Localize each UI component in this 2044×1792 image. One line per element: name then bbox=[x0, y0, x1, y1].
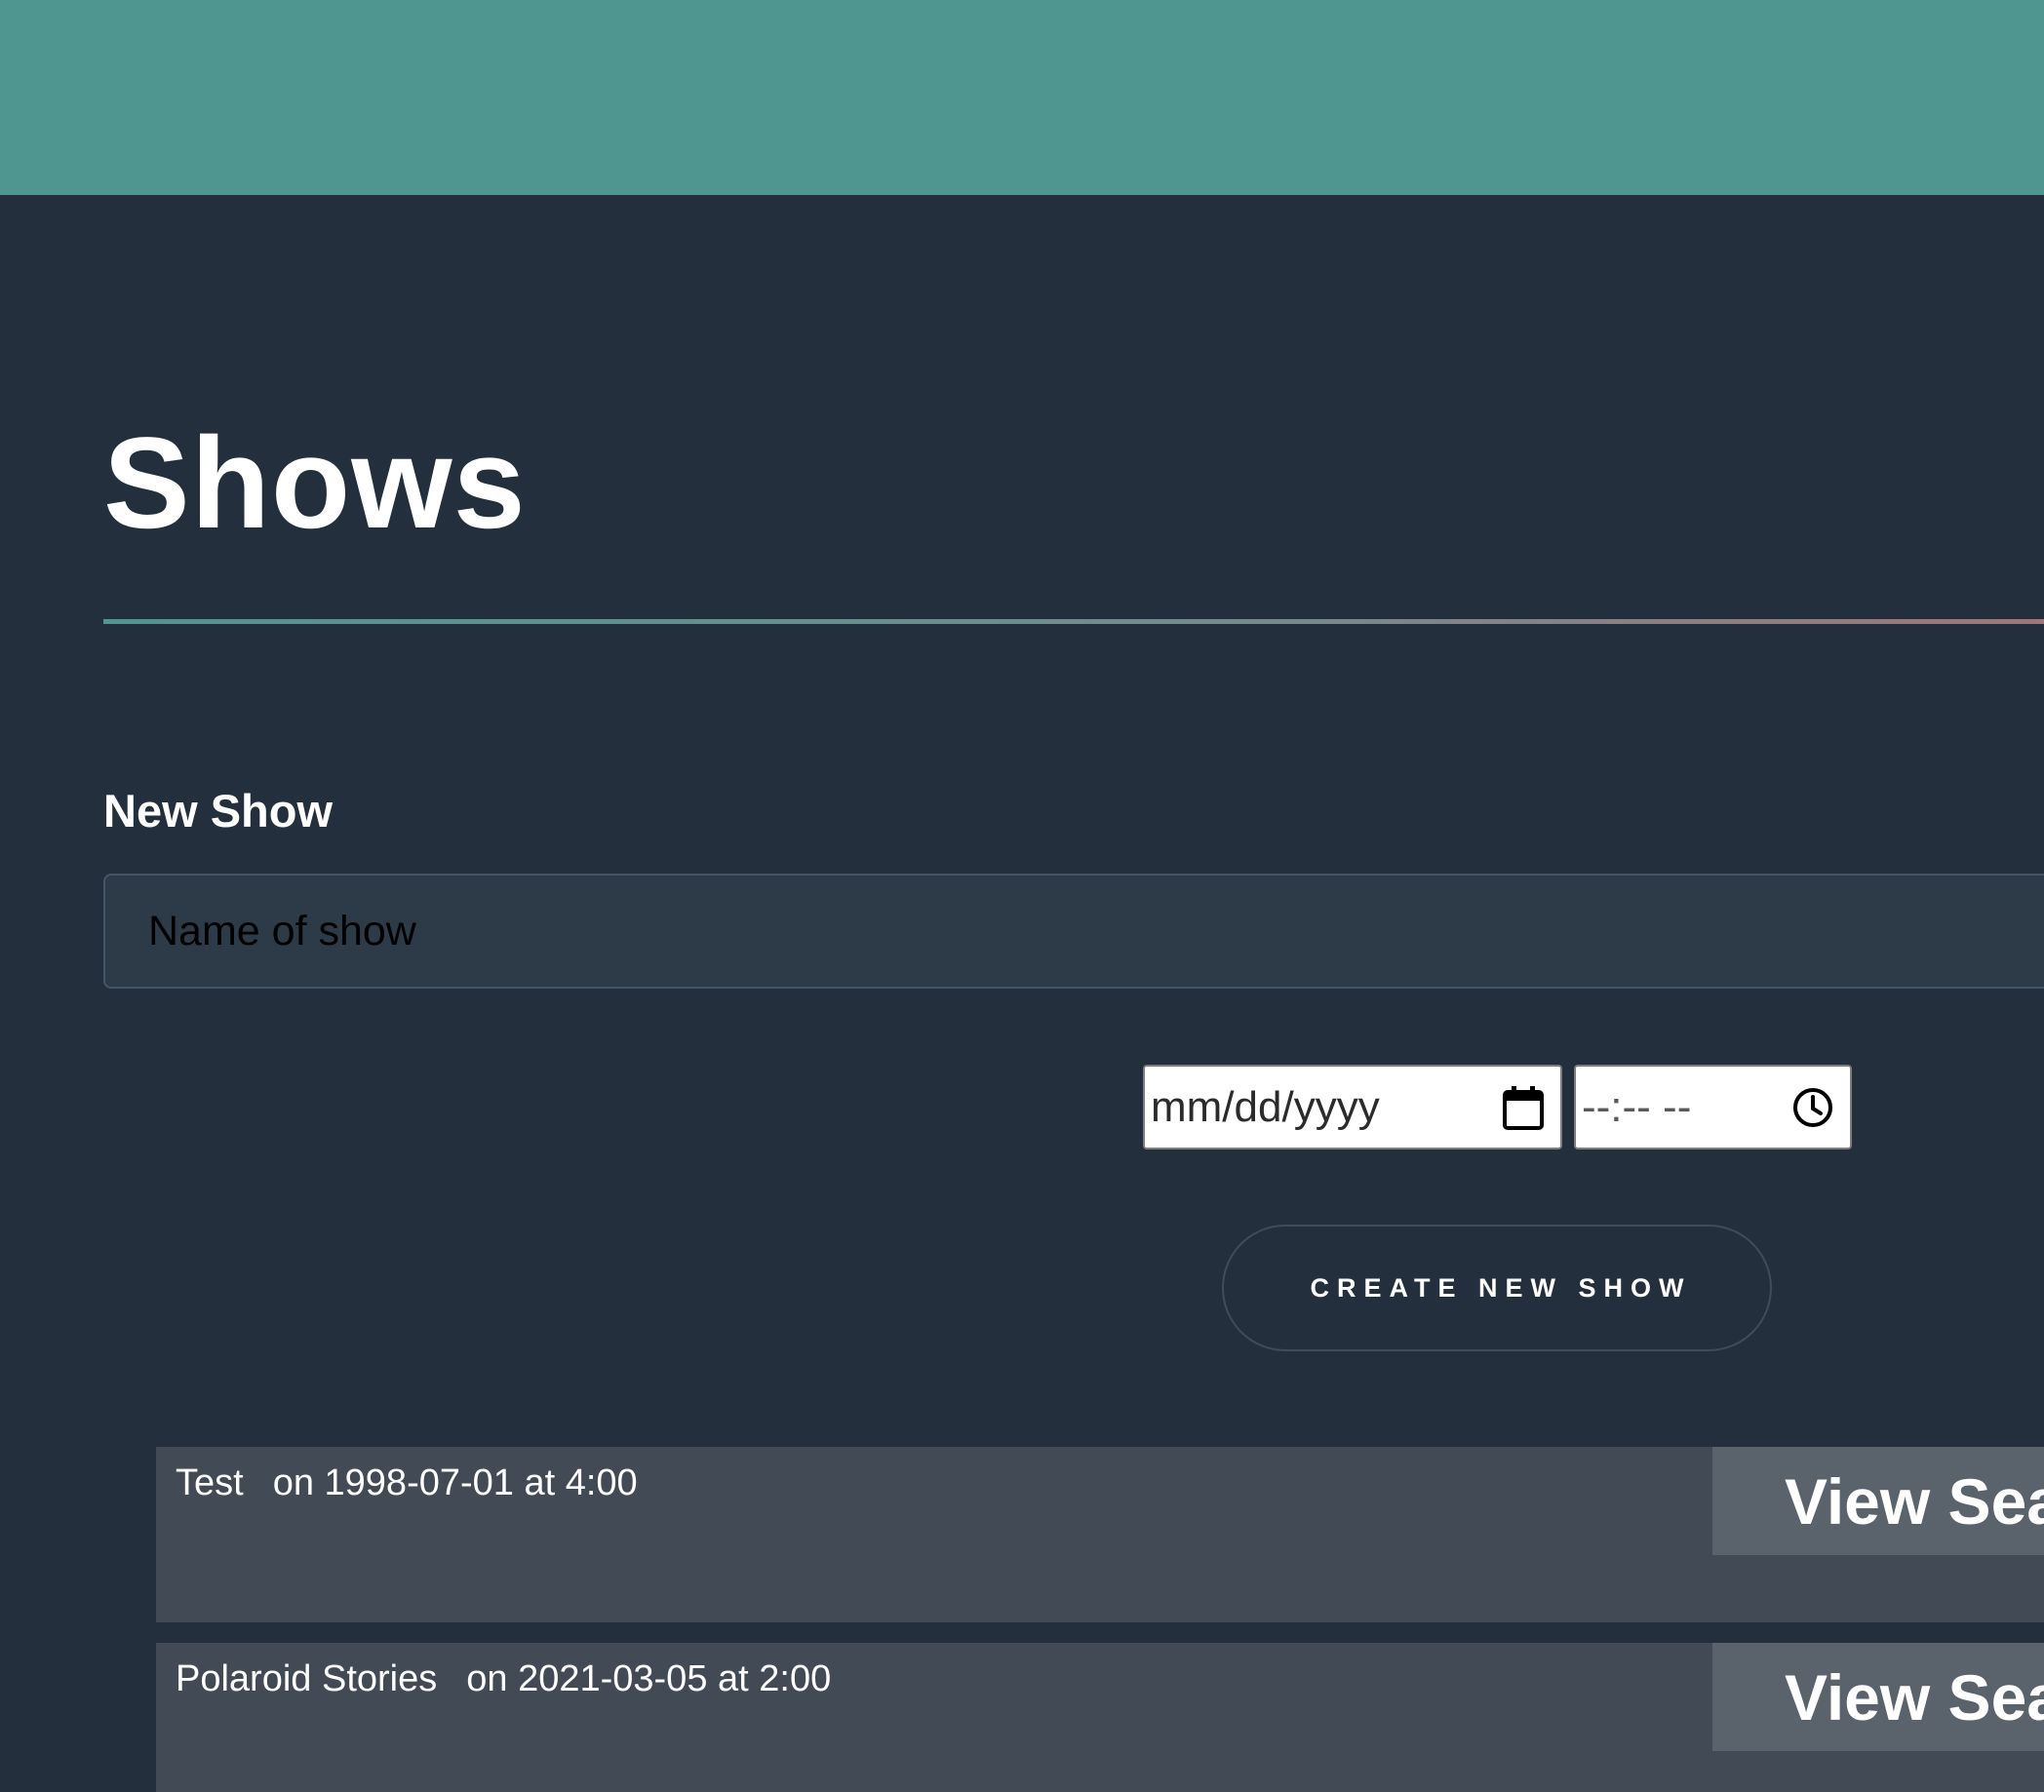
view-seats-button[interactable]: View Seats bbox=[1712, 1643, 2044, 1751]
show-date-input[interactable]: mm/dd/yyyy bbox=[1143, 1065, 1562, 1149]
new-show-heading: New Show bbox=[103, 785, 334, 837]
page-title: Shows bbox=[103, 411, 527, 556]
view-seats-button[interactable]: View Seats bbox=[1712, 1447, 2044, 1555]
show-name: Test bbox=[176, 1462, 244, 1503]
time-placeholder: --:-- -- bbox=[1582, 1082, 1692, 1131]
show-time-input[interactable]: --:-- -- bbox=[1574, 1065, 1852, 1149]
show-info: Test on 1998-07-01 at 4:00 bbox=[176, 1462, 638, 1504]
show-name: Polaroid Stories bbox=[176, 1658, 438, 1699]
top-bar bbox=[0, 0, 2044, 195]
title-divider bbox=[103, 619, 2044, 624]
date-placeholder: mm/dd/yyyy bbox=[1151, 1082, 1380, 1131]
show-list-item: Polaroid Stories on 2021-03-05 at 2:00 Vi… bbox=[156, 1643, 2044, 1792]
create-new-show-button[interactable]: CREATE NEW SHOW bbox=[1222, 1225, 1772, 1351]
show-list-item: Test on 1998-07-01 at 4:00 View Seats bbox=[156, 1447, 2044, 1622]
show-datetime: on 2021-03-05 at 2:00 bbox=[466, 1658, 832, 1699]
show-info: Polaroid Stories on 2021-03-05 at 2:00 bbox=[176, 1658, 831, 1700]
show-datetime: on 1998-07-01 at 4:00 bbox=[272, 1462, 638, 1503]
clock-icon[interactable] bbox=[1789, 1084, 1836, 1131]
show-name-input[interactable] bbox=[103, 874, 2044, 989]
calendar-icon[interactable] bbox=[1500, 1084, 1547, 1131]
